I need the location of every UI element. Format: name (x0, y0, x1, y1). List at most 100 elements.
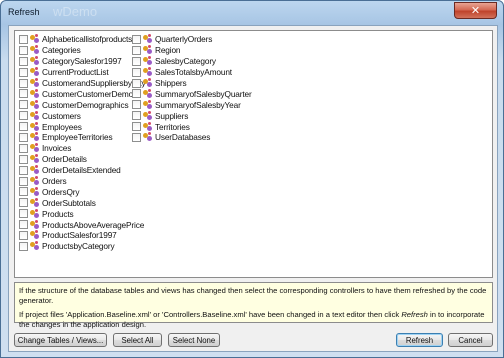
controller-icon (30, 132, 40, 142)
controller-checkbox[interactable] (19, 132, 28, 142)
controller-item[interactable]: Alphabeticallistofproducts (19, 34, 146, 45)
controller-item[interactable]: Shippers (132, 78, 252, 89)
controller-item[interactable]: UserDatabases (132, 132, 252, 143)
controller-item[interactable]: Orders (19, 176, 146, 187)
controller-checkbox[interactable] (19, 143, 28, 153)
controller-checkbox[interactable] (132, 45, 141, 55)
info-message-panel: If the structure of the database tables … (14, 282, 493, 329)
controller-label: CategorySalesfor1997 (42, 56, 122, 67)
controller-checkbox[interactable] (19, 176, 28, 186)
controller-label: OrderDetailsExtended (42, 165, 121, 176)
controller-icon (143, 56, 153, 66)
controller-item[interactable]: Suppliers (132, 110, 252, 121)
change-tables-views-button[interactable]: Change Tables / Views... (14, 333, 107, 347)
info-line-1: If the structure of the database tables … (19, 286, 487, 305)
controller-checkbox[interactable] (19, 56, 28, 66)
controller-checkbox[interactable] (19, 230, 28, 240)
controller-checkbox[interactable] (19, 154, 28, 164)
controller-item[interactable]: ProductsbyCategory (19, 241, 146, 252)
controller-checkbox[interactable] (132, 78, 141, 88)
controller-item[interactable]: Territories (132, 121, 252, 132)
controller-checkbox[interactable] (19, 100, 28, 110)
controller-item[interactable]: CustomerCustomerDemo (19, 88, 146, 99)
controller-icon (30, 143, 40, 153)
close-icon: ✕ (470, 5, 481, 17)
controller-item[interactable]: CurrentProductList (19, 67, 146, 78)
cancel-button[interactable]: Cancel (448, 333, 493, 347)
controller-item[interactable]: OrdersQry (19, 186, 146, 197)
controller-item[interactable]: Employees (19, 121, 146, 132)
controller-item[interactable]: Products (19, 208, 146, 219)
controller-item[interactable]: SalesTotalsbyAmount (132, 67, 252, 78)
controller-checkbox[interactable] (132, 56, 141, 66)
controller-icon (143, 67, 153, 77)
controller-label: SummaryofSalesbyYear (155, 99, 241, 110)
controller-checkbox[interactable] (132, 89, 141, 99)
controller-checkbox[interactable] (19, 34, 28, 44)
select-none-button[interactable]: Select None (168, 333, 220, 347)
controller-checkbox[interactable] (19, 198, 28, 208)
controller-checkbox[interactable] (19, 209, 28, 219)
controller-checkbox[interactable] (132, 100, 141, 110)
controller-icon (30, 56, 40, 66)
controller-item[interactable]: OrderSubtotals (19, 197, 146, 208)
controller-label: Alphabeticallistofproducts (42, 34, 133, 45)
refresh-button[interactable]: Refresh (396, 333, 443, 347)
controller-item[interactable]: SummaryofSalesbyQuarter (132, 88, 252, 99)
controller-item[interactable]: OrderDetailsExtended (19, 165, 146, 176)
title-bar[interactable]: Refresh wDemo ✕ (1, 1, 503, 23)
controller-checklist: Alphabeticallistofproducts Categories Cate… (14, 30, 493, 278)
controller-icon (30, 34, 40, 44)
controller-checkbox[interactable] (19, 241, 28, 251)
background-window-title: wDemo (53, 4, 98, 19)
controller-item[interactable]: CategorySalesfor1997 (19, 56, 146, 67)
controller-checkbox[interactable] (132, 132, 141, 142)
controller-item[interactable]: ProductsAboveAveragePrice (19, 219, 146, 230)
controller-label: CustomerCustomerDemo (42, 88, 134, 99)
refresh-dialog: Refresh wDemo ✕ Alphabeticallistofproduc… (0, 0, 504, 358)
controller-checkbox[interactable] (132, 67, 141, 77)
controller-checkbox[interactable] (19, 122, 28, 132)
controller-column-1: Alphabeticallistofproducts Categories Cate… (19, 34, 146, 252)
controller-item[interactable]: CustomerandSuppliersbyCity (19, 78, 146, 89)
controller-label: Region (155, 45, 181, 56)
controller-checkbox[interactable] (19, 165, 28, 175)
controller-item[interactable]: SalesbyCategory (132, 56, 252, 67)
controller-label: EmployeeTerritories (42, 132, 113, 143)
controller-item[interactable]: CustomerDemographics (19, 99, 146, 110)
controller-checkbox[interactable] (132, 111, 141, 121)
controller-icon (143, 45, 153, 55)
controller-label: Products (42, 208, 74, 219)
controller-label: OrdersQry (42, 186, 80, 197)
controller-label: SalesbyCategory (155, 56, 216, 67)
controller-checkbox[interactable] (132, 34, 141, 44)
controller-label: Customers (42, 110, 81, 121)
controller-item[interactable]: QuarterlyOrders (132, 34, 252, 45)
controller-item[interactable]: ProductSalesfor1997 (19, 230, 146, 241)
controller-checkbox[interactable] (19, 89, 28, 99)
controller-item[interactable]: Categories (19, 45, 146, 56)
controller-checkbox[interactable] (19, 78, 28, 88)
controller-label: OrderDetails (42, 154, 87, 165)
controller-item[interactable]: Invoices (19, 143, 146, 154)
controller-item[interactable]: OrderDetails (19, 154, 146, 165)
controller-icon (30, 241, 40, 251)
controller-checkbox[interactable] (19, 111, 28, 121)
controller-item[interactable]: Customers (19, 110, 146, 121)
controller-item[interactable]: Region (132, 45, 252, 56)
controller-item[interactable]: SummaryofSalesbyYear (132, 99, 252, 110)
controller-checkbox[interactable] (19, 220, 28, 230)
controller-item[interactable]: EmployeeTerritories (19, 132, 146, 143)
controller-icon (143, 132, 153, 142)
close-button[interactable]: ✕ (454, 2, 497, 19)
controller-icon (30, 45, 40, 55)
controller-label: ProductsAboveAveragePrice (42, 219, 145, 230)
controller-checkbox[interactable] (19, 45, 28, 55)
controller-icon (143, 99, 153, 110)
controller-checkbox[interactable] (19, 67, 28, 77)
select-all-button[interactable]: Select All (113, 333, 162, 347)
controller-checkbox[interactable] (19, 187, 28, 197)
controller-checkbox[interactable] (132, 122, 141, 132)
controller-icon (30, 67, 40, 77)
controller-icon (30, 154, 40, 164)
